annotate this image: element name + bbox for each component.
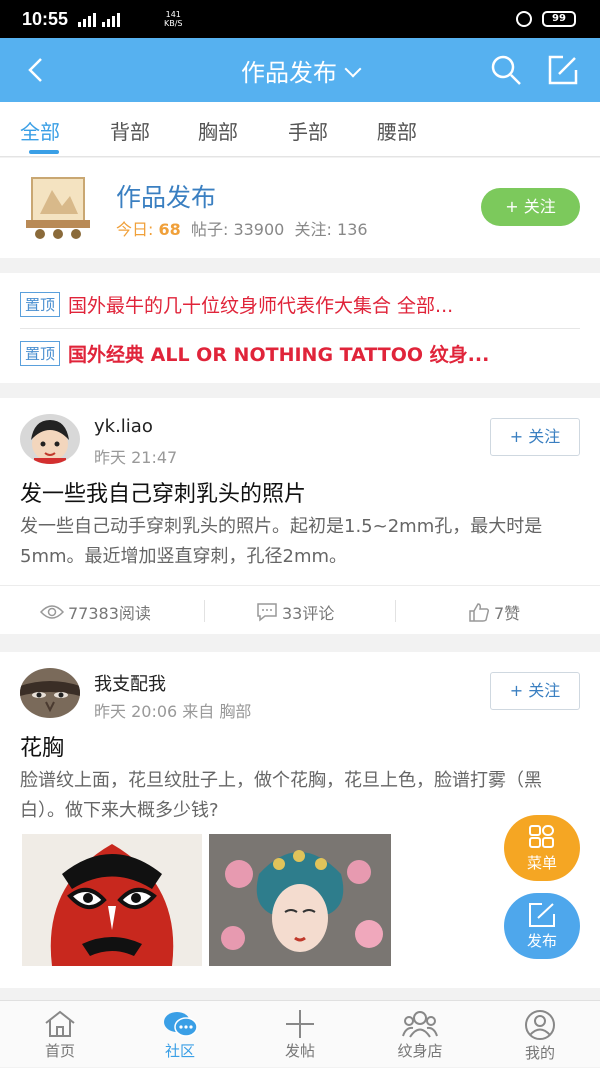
post-stats-bar: 77383阅读 33评论 7赞 xyxy=(0,585,600,634)
avatar[interactable] xyxy=(20,414,80,464)
follows-count: 136 xyxy=(337,220,368,239)
community-chat-icon xyxy=(164,1012,198,1037)
post-excerpt: 发一些自己动手穿刺乳头的照片。起初是1.5~2mm孔，最大时是5mm。最近增加竖… xyxy=(20,516,543,567)
tab-waist[interactable]: 腰部 xyxy=(377,116,417,145)
pinned-badge: 置顶 xyxy=(20,340,61,366)
status-bar: 10:55 141 KB/S 99 xyxy=(0,0,600,38)
bottom-navigation: 首页 社区 发帖 纹身店 我的 xyxy=(0,1000,600,1067)
post-author[interactable]: 我支配我 xyxy=(94,670,166,696)
menu-fab-button[interactable]: 菜单 xyxy=(504,815,580,881)
top-bar: 作品发布 xyxy=(0,38,600,102)
follow-user-button[interactable]: + 关注 xyxy=(490,672,580,710)
post-author[interactable]: yk.liao xyxy=(94,416,153,437)
tab-arm[interactable]: 手部 xyxy=(288,116,328,145)
pinned-badge: 置顶 xyxy=(20,292,61,317)
nav-new-post-label: 发帖 xyxy=(284,1042,315,1060)
signal-icon xyxy=(78,11,120,27)
grid-menu-icon xyxy=(529,825,554,848)
nav-tattoo-shop-label: 纹身店 xyxy=(397,1042,443,1060)
posts-count: 33900 xyxy=(233,220,285,239)
compose-icon[interactable] xyxy=(547,54,579,86)
comments-count: 33评论 xyxy=(282,604,335,623)
today-label: 今日: xyxy=(116,220,154,239)
pinned-thread[interactable]: 置顶 国外经典 ALL OR NOTHING TATTOO 纹身... xyxy=(20,329,580,377)
likes-count: 7赞 xyxy=(494,604,521,623)
plus-icon xyxy=(286,1010,314,1038)
divider xyxy=(204,600,205,622)
thumbs-up-icon xyxy=(469,603,490,622)
forum-stats: 今日: 68 帖子: 33900 关注: 136 xyxy=(116,216,368,240)
nav-profile-label: 我的 xyxy=(524,1044,555,1062)
post-title[interactable]: 发一些我自己穿刺乳头的照片 xyxy=(20,476,306,508)
post-image-opera-mask[interactable] xyxy=(22,834,202,966)
category-tabs: 全部 背部 胸部 手部 腰部 xyxy=(0,102,600,157)
nav-community-label: 社区 xyxy=(164,1042,195,1060)
status-time: 10:55 xyxy=(22,9,69,29)
network-speed-value: 141 xyxy=(165,10,181,19)
pinned-thread-title: 国外最牛的几十位纹身师代表作大集合 全部... xyxy=(68,295,454,317)
likes-stat[interactable]: 7赞 xyxy=(468,600,520,624)
compose-icon xyxy=(529,903,555,927)
chevron-down-icon xyxy=(344,60,362,78)
follows-label: 关注: xyxy=(294,220,332,239)
eye-icon xyxy=(40,605,64,619)
nav-home[interactable]: 首页 xyxy=(0,1001,120,1068)
today-count: 68 xyxy=(158,220,181,239)
post-excerpt: 脸谱纹上面，花旦纹肚子上，做个花胸，花旦上色，脸谱打雾（黑白）。做下来大概多少钱… xyxy=(20,770,542,821)
post-image-opera-girl[interactable] xyxy=(209,834,391,966)
group-icon xyxy=(402,1011,438,1038)
divider xyxy=(395,600,396,622)
network-speed-unit: KB/S xyxy=(164,19,183,28)
lock-icon xyxy=(516,11,532,27)
battery-icon: 99 xyxy=(542,11,576,27)
comments-stat[interactable]: 33评论 xyxy=(256,600,334,624)
avatar[interactable] xyxy=(20,668,80,718)
post-fab-label: 发布 xyxy=(526,932,557,950)
tab-all[interactable]: 全部 xyxy=(20,116,60,145)
tab-back[interactable]: 背部 xyxy=(110,116,150,145)
views-stat: 77383阅读 xyxy=(40,600,151,624)
views-count: 77383阅读 xyxy=(68,604,151,623)
post-time: 昨天 20:06 来自 胸部 xyxy=(94,702,252,721)
post-time: 昨天 21:47 xyxy=(94,448,178,467)
nav-home-label: 首页 xyxy=(44,1042,75,1060)
comment-icon xyxy=(257,603,277,622)
nav-profile[interactable]: 我的 xyxy=(480,1001,600,1068)
pinned-thread-title: 国外经典 ALL OR NOTHING TATTOO 纹身... xyxy=(68,343,490,366)
search-icon[interactable] xyxy=(490,54,522,86)
forum-thumbnail xyxy=(26,177,90,239)
profile-icon xyxy=(525,1010,555,1040)
post-card[interactable]: yk.liao 昨天 21:47 + 关注 发一些我自己穿刺乳头的照片 发一些自… xyxy=(0,398,600,634)
pinned-thread[interactable]: 置顶 国外最牛的几十位纹身师代表作大集合 全部... xyxy=(20,281,580,329)
follow-user-button[interactable]: + 关注 xyxy=(490,418,580,456)
home-icon xyxy=(45,1010,75,1037)
nav-community[interactable]: 社区 xyxy=(120,1001,240,1068)
nav-new-post[interactable]: 发帖 xyxy=(240,1001,360,1068)
menu-fab-label: 菜单 xyxy=(526,854,557,872)
forum-name: 作品发布 xyxy=(116,183,217,212)
pinned-threads: 置顶 国外最牛的几十位纹身师代表作大集合 全部... 置顶 国外经典 ALL O… xyxy=(0,273,600,383)
network-speed: 141 KB/S xyxy=(164,10,183,28)
tab-chest[interactable]: 胸部 xyxy=(198,116,238,145)
active-tab-indicator xyxy=(29,150,59,154)
nav-tattoo-shop[interactable]: 纹身店 xyxy=(360,1001,480,1068)
page-title: 作品发布 xyxy=(241,59,337,87)
follow-forum-button[interactable]: + 关注 xyxy=(481,188,580,226)
post-fab-button[interactable]: 发布 xyxy=(504,893,580,959)
posts-label: 帖子: xyxy=(190,220,229,239)
post-title[interactable]: 花胸 xyxy=(20,730,64,762)
